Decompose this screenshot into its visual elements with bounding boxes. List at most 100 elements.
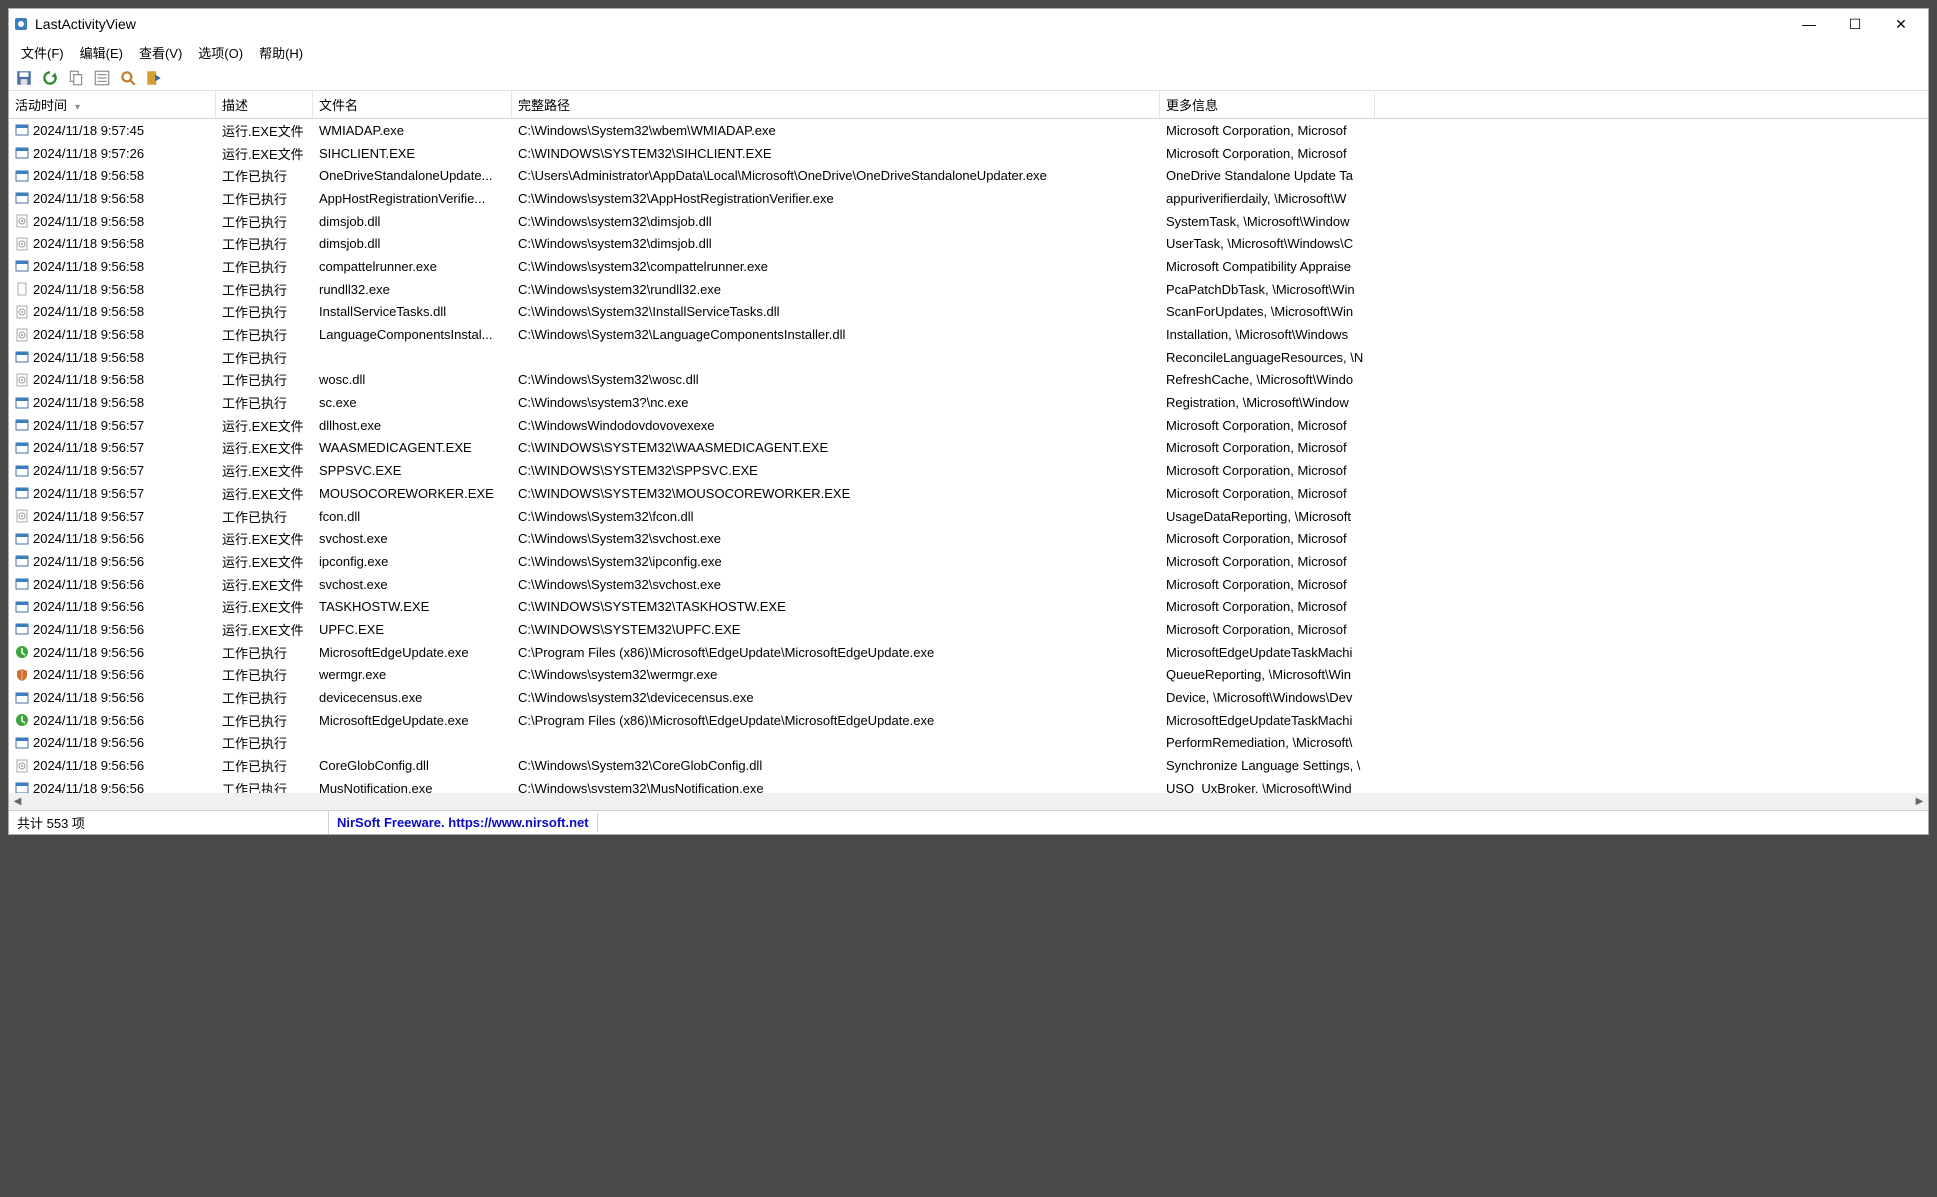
- table-row[interactable]: 2024/11/18 9:56:57运行.EXE文件MOUSOCOREWORKE…: [9, 482, 1928, 505]
- exe-icon: [15, 396, 29, 410]
- column-header-time[interactable]: 活动时间▾: [9, 91, 216, 118]
- save-icon[interactable]: [15, 69, 33, 87]
- refresh-icon[interactable]: [41, 69, 59, 87]
- cell-info: Microsoft Corporation, Microsof: [1160, 531, 1375, 546]
- menu-edit[interactable]: 编辑(E): [72, 41, 131, 64]
- time-text: 2024/11/18 9:56:56: [33, 554, 144, 569]
- cell-desc: 工作已执行: [216, 711, 313, 730]
- menu-options[interactable]: 选项(O): [190, 41, 251, 64]
- cell-file: dllhost.exe: [313, 418, 512, 433]
- table-row[interactable]: 2024/11/18 9:57:26运行.EXE文件SIHCLIENT.EXEC…: [9, 142, 1928, 165]
- cell-desc: 运行.EXE文件: [216, 620, 313, 639]
- table-row[interactable]: 2024/11/18 9:56:57工作已执行fcon.dllC:\Window…: [9, 505, 1928, 528]
- copy-icon[interactable]: [67, 69, 85, 87]
- table-row[interactable]: 2024/11/18 9:57:45运行.EXE文件WMIADAP.exeC:\…: [9, 119, 1928, 142]
- time-text: 2024/11/18 9:56:58: [33, 236, 144, 251]
- table-row[interactable]: 2024/11/18 9:56:56运行.EXE文件ipconfig.exeC:…: [9, 550, 1928, 573]
- exit-icon[interactable]: [145, 69, 163, 87]
- exe-icon: [15, 169, 29, 183]
- table-row[interactable]: 2024/11/18 9:56:58工作已执行rundll32.exeC:\Wi…: [9, 278, 1928, 301]
- cell-time: 2024/11/18 9:56:58: [9, 191, 216, 206]
- table-row[interactable]: 2024/11/18 9:56:56工作已执行MicrosoftEdgeUpda…: [9, 641, 1928, 664]
- time-text: 2024/11/18 9:56:56: [33, 758, 144, 773]
- cell-info: MicrosoftEdgeUpdateTaskMachi: [1160, 713, 1375, 728]
- cell-file: AppHostRegistrationVerifie...: [313, 191, 512, 206]
- cell-info: Microsoft Corporation, Microsof: [1160, 123, 1375, 138]
- cell-desc: 工作已执行: [216, 733, 313, 752]
- table-row[interactable]: 2024/11/18 9:56:56工作已执行CoreGlobConfig.dl…: [9, 754, 1928, 777]
- time-text: 2024/11/18 9:56:56: [33, 577, 144, 592]
- cell-info: QueueReporting, \Microsoft\Win: [1160, 667, 1375, 682]
- cell-file: WAASMEDICAGENT.EXE: [313, 440, 512, 455]
- find-icon[interactable]: [119, 69, 137, 87]
- cell-info: PcaPatchDbTask, \Microsoft\Win: [1160, 282, 1375, 297]
- window-title: LastActivityView: [35, 16, 1786, 32]
- cell-path: C:\Windows\System32\svchost.exe: [512, 531, 1160, 546]
- window-controls: — ☐ ✕: [1786, 9, 1924, 39]
- exe-icon: [15, 736, 29, 750]
- cell-info: RefreshCache, \Microsoft\Windo: [1160, 372, 1375, 387]
- scroll-right-icon[interactable]: ▶: [1911, 793, 1928, 810]
- properties-icon[interactable]: [93, 69, 111, 87]
- statusbar: 共计 553 项 NirSoft Freeware. https://www.n…: [9, 810, 1928, 834]
- table-row[interactable]: 2024/11/18 9:56:56工作已执行wermgr.exeC:\Wind…: [9, 664, 1928, 687]
- close-button[interactable]: ✕: [1878, 9, 1924, 39]
- minimize-button[interactable]: —: [1786, 9, 1832, 39]
- table-row[interactable]: 2024/11/18 9:56:57运行.EXE文件dllhost.exeC:\…: [9, 414, 1928, 437]
- horizontal-scrollbar[interactable]: ◀ ▶: [9, 793, 1928, 810]
- cell-time: 2024/11/18 9:56:57: [9, 486, 216, 501]
- time-text: 2024/11/18 9:56:56: [33, 622, 144, 637]
- cell-time: 2024/11/18 9:56:56: [9, 667, 216, 682]
- cell-path: C:\Windows\System32\LanguageComponentsIn…: [512, 327, 1160, 342]
- exe-icon: [15, 146, 29, 160]
- table-row[interactable]: 2024/11/18 9:56:56工作已执行MusNotification.e…: [9, 777, 1928, 793]
- table-row[interactable]: 2024/11/18 9:56:58工作已执行OneDriveStandalon…: [9, 164, 1928, 187]
- cell-info: Microsoft Corporation, Microsof: [1160, 577, 1375, 592]
- exe-icon: [15, 350, 29, 364]
- maximize-button[interactable]: ☐: [1832, 9, 1878, 39]
- table-row[interactable]: 2024/11/18 9:56:56工作已执行MicrosoftEdgeUpda…: [9, 709, 1928, 732]
- table-row[interactable]: 2024/11/18 9:56:56运行.EXE文件svchost.exeC:\…: [9, 527, 1928, 550]
- cell-desc: 运行.EXE文件: [216, 597, 313, 616]
- table-row[interactable]: 2024/11/18 9:56:56运行.EXE文件TASKHOSTW.EXEC…: [9, 595, 1928, 618]
- scroll-left-icon[interactable]: ◀: [9, 793, 26, 810]
- table-row[interactable]: 2024/11/18 9:56:57运行.EXE文件SPPSVC.EXEC:\W…: [9, 459, 1928, 482]
- table-row[interactable]: 2024/11/18 9:56:58工作已执行wosc.dllC:\Window…: [9, 369, 1928, 392]
- cell-desc: 运行.EXE文件: [216, 121, 313, 140]
- column-header-file[interactable]: 文件名: [313, 91, 512, 118]
- cell-desc: 运行.EXE文件: [216, 552, 313, 571]
- cell-path: C:\Windows\System32\CoreGlobConfig.dll: [512, 758, 1160, 773]
- column-header-desc[interactable]: 描述: [216, 91, 313, 118]
- scroll-track[interactable]: [26, 793, 1911, 810]
- menu-file[interactable]: 文件(F): [13, 41, 72, 64]
- menu-view[interactable]: 查看(V): [131, 41, 190, 64]
- table-row[interactable]: 2024/11/18 9:56:56运行.EXE文件svchost.exeC:\…: [9, 573, 1928, 596]
- cell-desc: 工作已执行: [216, 189, 313, 208]
- table-row[interactable]: 2024/11/18 9:56:56工作已执行devicecensus.exeC…: [9, 686, 1928, 709]
- dll-icon: [15, 373, 29, 387]
- cell-time: 2024/11/18 9:56:58: [9, 168, 216, 183]
- exe-icon: [15, 441, 29, 455]
- table-row[interactable]: 2024/11/18 9:56:58工作已执行dimsjob.dllC:\Win…: [9, 210, 1928, 233]
- table-row[interactable]: 2024/11/18 9:56:58工作已执行ReconcileLanguage…: [9, 346, 1928, 369]
- list-body[interactable]: 2024/11/18 9:57:45运行.EXE文件WMIADAP.exeC:\…: [9, 119, 1928, 793]
- cell-path: C:\WINDOWS\SYSTEM32\TASKHOSTW.EXE: [512, 599, 1160, 614]
- column-header-info[interactable]: 更多信息: [1160, 91, 1375, 118]
- table-row[interactable]: 2024/11/18 9:56:58工作已执行dimsjob.dllC:\Win…: [9, 232, 1928, 255]
- table-row[interactable]: 2024/11/18 9:56:58工作已执行InstallServiceTas…: [9, 301, 1928, 324]
- table-row[interactable]: 2024/11/18 9:56:57运行.EXE文件WAASMEDICAGENT…: [9, 437, 1928, 460]
- time-text: 2024/11/18 9:56:57: [33, 463, 144, 478]
- exe-icon: [15, 486, 29, 500]
- table-row[interactable]: 2024/11/18 9:56:56运行.EXE文件UPFC.EXEC:\WIN…: [9, 618, 1928, 641]
- status-link[interactable]: NirSoft Freeware. https://www.nirsoft.ne…: [329, 813, 598, 832]
- table-row[interactable]: 2024/11/18 9:56:58工作已执行LanguageComponent…: [9, 323, 1928, 346]
- table-row[interactable]: 2024/11/18 9:56:58工作已执行AppHostRegistrati…: [9, 187, 1928, 210]
- menu-help[interactable]: 帮助(H): [251, 41, 311, 64]
- table-row[interactable]: 2024/11/18 9:56:58工作已执行compattelrunner.e…: [9, 255, 1928, 278]
- cell-file: devicecensus.exe: [313, 690, 512, 705]
- update-icon: [15, 645, 29, 659]
- column-header-path[interactable]: 完整路径: [512, 91, 1160, 118]
- list-header: 活动时间▾ 描述 文件名 完整路径 更多信息: [9, 91, 1928, 119]
- table-row[interactable]: 2024/11/18 9:56:58工作已执行sc.exeC:\Windows\…: [9, 391, 1928, 414]
- table-row[interactable]: 2024/11/18 9:56:56工作已执行PerformRemediatio…: [9, 732, 1928, 755]
